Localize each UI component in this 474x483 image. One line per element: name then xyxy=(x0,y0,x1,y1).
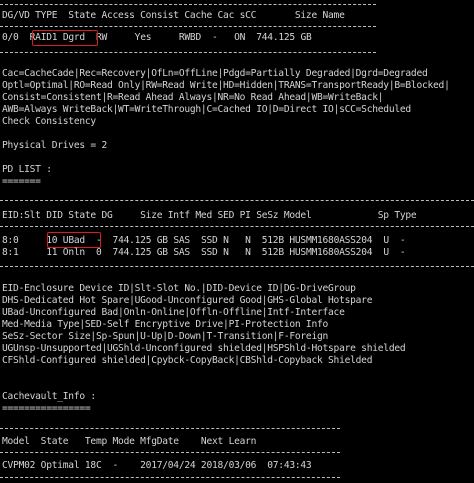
divider xyxy=(0,266,474,267)
cachevault-header: Model State Temp Mode MfgDate Next Learn xyxy=(2,436,257,447)
legend-line: AWB=Always WriteBack|WT=WriteThrough|C=C… xyxy=(2,104,411,115)
pd-row-rest: 0 744.125 GB SAS SSD N N 512B HUSMM1680A… xyxy=(95,247,406,258)
pd-eid-slt: 8:0 xyxy=(2,235,19,246)
pd-legend-line: UBad-Unconfigured Bad|Onln-Online|Offln-… xyxy=(2,307,345,318)
raid-dgrd-highlight xyxy=(32,30,98,46)
vd-dg-vd: 0/0 xyxy=(2,32,19,43)
ubad-highlight xyxy=(47,232,101,248)
legend-line: Consist=Consistent|R=Read Ahead Always|N… xyxy=(2,92,384,103)
terminal-window: DG/VD TYPE State Access Consist Cache Ca… xyxy=(0,0,474,483)
pd-eid-slt: 8:1 xyxy=(2,247,19,258)
pd-row: 8:1 11 Onln 0 744.125 GB SAS SSD N N 512… xyxy=(2,247,406,259)
physical-drives-count: Physical Drives = 2 xyxy=(2,140,107,151)
cachevault-row: CVPM02 Optimal 18C - 2017/04/24 2018/03/… xyxy=(2,460,312,471)
legend-line: Check Consistency xyxy=(2,116,96,127)
pd-legend-line: EID-Enclosure Device ID|Slt-Slot No.|DID… xyxy=(2,283,356,294)
divider xyxy=(0,26,376,27)
vd-table-header: DG/VD TYPE State Access Consist Cache Ca… xyxy=(2,10,345,21)
pd-legend-line: DHS-Dedicated Hot Spare|UGood-Unconfigur… xyxy=(2,295,373,306)
pd-list-title: PD LIST : xyxy=(2,164,52,175)
divider xyxy=(0,477,340,478)
pd-table-header: EID:Slt DID State DG Size Intf Med SED P… xyxy=(2,210,417,221)
legend-line: Optl=Optimal|RO=Read Only|RW=Read Write|… xyxy=(2,80,450,91)
pd-legend-line: Med-Media Type|SED-Self Encryptive Drive… xyxy=(2,319,329,330)
pd-did-state: 11 Onln xyxy=(46,247,85,258)
divider xyxy=(0,52,376,53)
divider xyxy=(0,4,376,5)
divider xyxy=(0,226,474,227)
pd-legend-line: UGUnsp-Unsupported|UGShld-Unconfigured s… xyxy=(2,343,406,354)
pd-list-underline: ======= xyxy=(2,176,41,187)
vd-row-rest: RW Yes RWBD - ON 744.125 GB xyxy=(95,32,312,43)
divider xyxy=(0,200,474,201)
cachevault-title: Cachevault_Info : xyxy=(2,391,96,402)
pd-legend-line: CFShld-Configured shielded|Cpybck-CopyBa… xyxy=(2,355,373,366)
divider xyxy=(0,428,340,429)
divider xyxy=(0,452,340,453)
pd-row-rest: - 744.125 GB SAS SSD N N 512B HUSMM1680A… xyxy=(95,235,406,246)
legend-line: Cac=CacheCade|Rec=Recovery|OfLn=OffLine|… xyxy=(2,68,428,79)
cachevault-underline: ================ xyxy=(2,403,91,414)
pd-legend-line: SeSz-Sector Size|Sp-Spun|U-Up|D-Down|T-T… xyxy=(2,331,329,342)
